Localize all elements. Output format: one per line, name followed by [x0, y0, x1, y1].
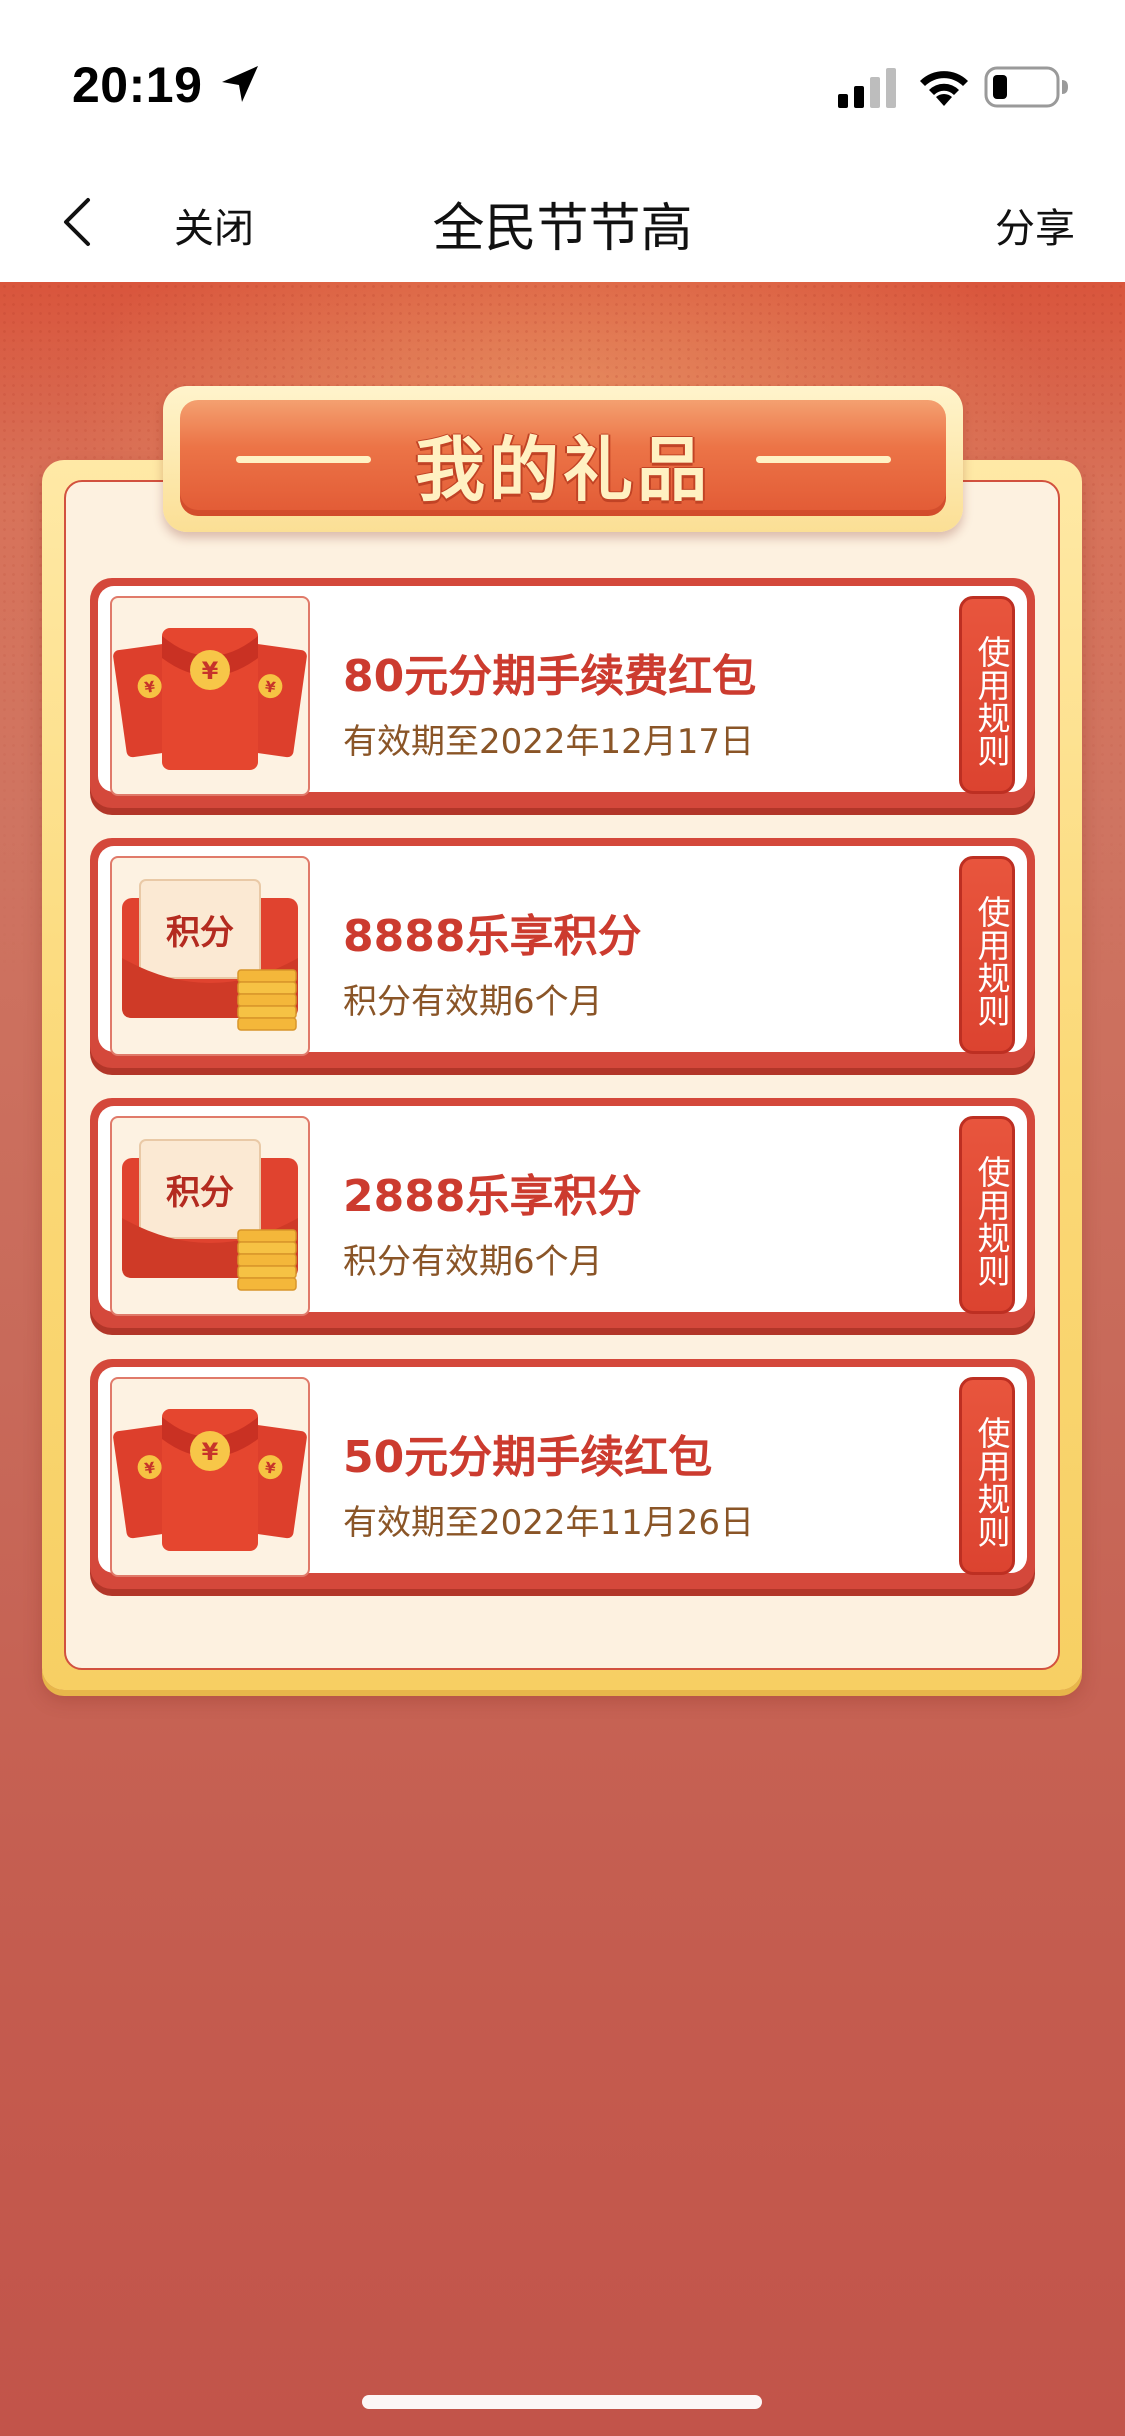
usage-rules-button[interactable]: 使用规则 — [959, 1377, 1015, 1575]
svg-text:¥: ¥ — [202, 1438, 219, 1466]
status-time: 20:19 — [72, 57, 203, 113]
battery-icon — [984, 66, 1068, 108]
back-chevron-icon[interactable] — [58, 194, 98, 250]
gift-card[interactable]: 积分 2888乐享积分 积分有效期6个月 使用规则 — [90, 1098, 1035, 1328]
usage-rules-button[interactable]: 使用规则 — [959, 1116, 1015, 1314]
gift-thumbnail: 积分 — [110, 1116, 310, 1316]
gift-card-body: ¥ ¥ ¥ 50元分期手续红包 有效期至2022年11月26日 使用规则 — [98, 1367, 1027, 1577]
page-title: 全民节节高 — [432, 199, 693, 259]
cellular-signal-icon — [838, 68, 896, 108]
points-icon: 积分 — [122, 1139, 298, 1291]
svg-text:¥: ¥ — [202, 657, 219, 685]
gift-card[interactable]: ¥ ¥ ¥ 80元分期手续费红包 有效期至2022年12月17日 使用规则 — [90, 578, 1035, 808]
nav-bar: 关闭 全民节节高 分享 — [0, 160, 1125, 282]
gift-thumbnail: ¥ ¥ ¥ — [110, 596, 310, 796]
gift-title: 80元分期手续费红包 — [343, 651, 757, 702]
points-icon-label: 积分 — [166, 913, 234, 953]
gift-card-body: 积分 8888乐享积分 积分有效期6个月 使用规则 — [98, 846, 1027, 1056]
gift-validity: 有效期至2022年11月26日 — [343, 1503, 755, 1543]
gift-card[interactable]: ¥ ¥ ¥ 50元分期手续红包 有效期至2022年11月26日 使用规则 — [90, 1359, 1035, 1589]
gift-title: 2888乐享积分 — [343, 1171, 642, 1222]
gift-validity: 积分有效期6个月 — [343, 982, 603, 1022]
location-arrow-icon — [222, 66, 258, 102]
gift-thumbnail: 积分 — [110, 856, 310, 1056]
points-icon-label: 积分 — [166, 1173, 234, 1213]
gift-title: 50元分期手续红包 — [343, 1432, 713, 1483]
red-envelope-icon: ¥ ¥ ¥ — [113, 1409, 307, 1551]
status-bar: 20:19 — [0, 0, 1125, 160]
points-icon: 积分 — [122, 879, 298, 1031]
gift-card-body: ¥ ¥ ¥ 80元分期手续费红包 有效期至2022年12月17日 使用规则 — [98, 586, 1027, 796]
wifi-icon — [920, 71, 968, 106]
gift-validity: 有效期至2022年12月17日 — [343, 722, 755, 762]
close-button[interactable]: 关闭 — [174, 196, 254, 254]
gift-thumbnail: ¥ ¥ ¥ — [110, 1377, 310, 1577]
usage-rules-button[interactable]: 使用规则 — [959, 596, 1015, 794]
gift-card-body: 积分 2888乐享积分 积分有效期6个月 使用规则 — [98, 1106, 1027, 1316]
red-envelope-icon: ¥ ¥ ¥ — [113, 628, 307, 770]
share-button[interactable]: 分享 — [995, 196, 1075, 254]
gift-validity: 积分有效期6个月 — [343, 1242, 603, 1282]
gift-title: 8888乐享积分 — [343, 911, 642, 962]
home-indicator[interactable] — [362, 2395, 762, 2409]
banner-title: 我的礼品 — [415, 429, 711, 511]
gift-card[interactable]: 积分 8888乐享积分 积分有效期6个月 使用规则 — [90, 838, 1035, 1068]
usage-rules-button[interactable]: 使用规则 — [959, 856, 1015, 1054]
